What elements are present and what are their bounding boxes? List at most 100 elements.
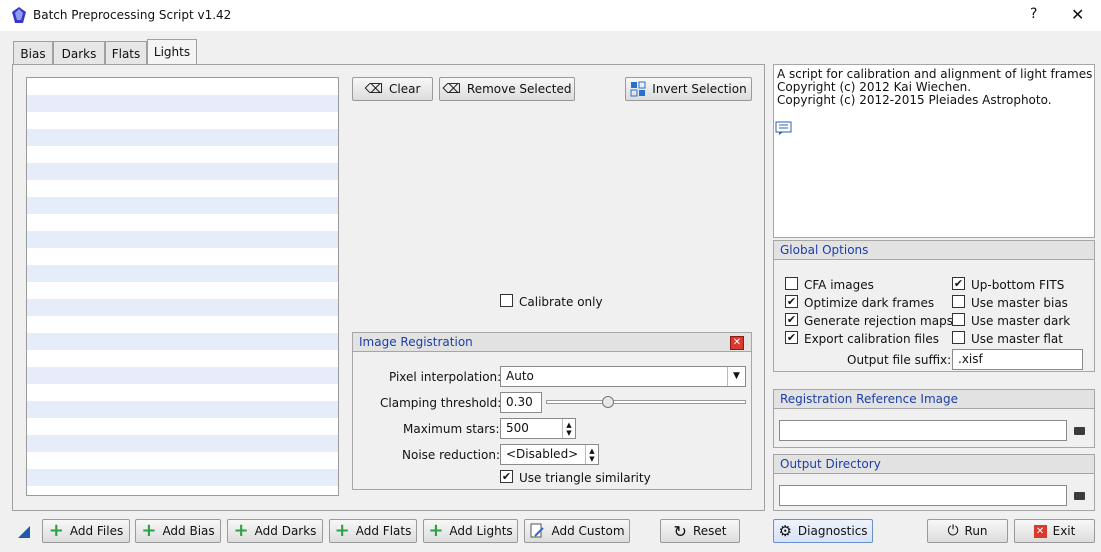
- output-file-suffix-label: Output file suffix:: [847, 353, 952, 367]
- plus-icon: +: [141, 520, 157, 541]
- comment-icon[interactable]: [775, 121, 792, 136]
- power-icon: ⏻: [947, 523, 959, 539]
- use-triangle-similarity-checkbox[interactable]: ✔: [500, 470, 513, 483]
- invert-selection-button[interactable]: Invert Selection: [625, 77, 752, 101]
- invert-selection-icon: [630, 81, 646, 97]
- pixel-interpolation-label: Pixel interpolation:: [389, 370, 502, 384]
- add-lights-label: Add Lights: [449, 524, 513, 538]
- generate-rejection-maps-checkbox[interactable]: ✔: [785, 313, 798, 326]
- output-file-suffix-value: .xisf: [958, 352, 983, 366]
- add-lights-button[interactable]: + Add Lights: [423, 519, 518, 543]
- export-calibration-files-label: Export calibration files: [804, 332, 939, 346]
- resize-corner-icon[interactable]: [18, 526, 30, 538]
- pixel-interpolation-select[interactable]: Auto ▼: [500, 366, 746, 387]
- add-bias-label: Add Bias: [162, 524, 215, 538]
- add-flats-label: Add Flats: [355, 524, 412, 538]
- exit-label: Exit: [1052, 524, 1076, 538]
- output-file-suffix-input[interactable]: .xisf: [952, 349, 1083, 370]
- registration-reference-input[interactable]: [779, 420, 1067, 441]
- noise-reduction-spinbox[interactable]: <Disabled> ▲ ▼: [500, 444, 599, 465]
- output-directory-input[interactable]: [779, 485, 1067, 506]
- remove-selected-label: Remove Selected: [466, 82, 572, 96]
- run-button[interactable]: ⏻ Run: [927, 519, 1008, 543]
- use-master-bias-checkbox[interactable]: [952, 295, 965, 308]
- info-line-1: A script for calibration and alignment o…: [777, 67, 1093, 81]
- clamping-threshold-slider[interactable]: [546, 400, 746, 404]
- info-line-2: Copyright (c) 2012 Kai Wiechen.: [777, 80, 972, 94]
- reset-button[interactable]: ↻ Reset: [660, 519, 740, 543]
- tab-bias[interactable]: Bias: [13, 41, 53, 64]
- edit-document-icon: [530, 523, 545, 538]
- use-master-flat-checkbox[interactable]: [952, 331, 965, 344]
- window-title: Batch Preprocessing Script v1.42: [33, 8, 232, 22]
- add-files-button[interactable]: + Add Files: [42, 519, 130, 543]
- tab-lights[interactable]: Lights: [147, 39, 197, 65]
- plus-icon: +: [48, 520, 64, 541]
- use-master-bias-label: Use master bias: [971, 296, 1068, 310]
- plus-icon: +: [233, 520, 249, 541]
- registration-reference-title: Registration Reference Image: [774, 390, 1094, 409]
- global-options-title: Global Options: [774, 241, 1094, 260]
- up-bottom-fits-label: Up-bottom FITS: [971, 278, 1065, 292]
- exit-button[interactable]: ✕ Exit: [1014, 519, 1095, 543]
- output-directory-title: Output Directory: [774, 455, 1094, 474]
- cfa-images-label: CFA images: [804, 278, 874, 292]
- chevron-down-icon: ▼: [727, 367, 745, 386]
- reset-icon: ↻: [673, 521, 687, 541]
- add-darks-button[interactable]: + Add Darks: [227, 519, 323, 543]
- remove-selected-button[interactable]: ⌫ Remove Selected: [439, 77, 575, 101]
- noise-reduction-label: Noise reduction:: [402, 448, 501, 462]
- plus-icon: +: [428, 520, 444, 541]
- optimize-dark-frames-checkbox[interactable]: ✔: [785, 295, 798, 308]
- clamping-threshold-label: Clamping threshold:: [380, 396, 502, 410]
- clear-button[interactable]: ⌫ Clear: [352, 77, 433, 101]
- file-list[interactable]: [26, 77, 339, 496]
- use-master-flat-label: Use master flat: [971, 332, 1063, 346]
- reset-label: Reset: [692, 524, 727, 538]
- clamping-threshold-input[interactable]: 0.30: [500, 392, 542, 413]
- export-calibration-files-checkbox[interactable]: ✔: [785, 331, 798, 344]
- add-flats-button[interactable]: + Add Flats: [329, 519, 417, 543]
- close-button[interactable]: ✕: [1071, 5, 1084, 24]
- app-logo-icon: [12, 7, 26, 23]
- help-button[interactable]: ?: [1030, 6, 1037, 22]
- up-bottom-fits-checkbox[interactable]: ✔: [952, 277, 965, 290]
- tab-darks[interactable]: Darks: [53, 41, 105, 64]
- generate-rejection-maps-label: Generate rejection maps: [804, 314, 953, 328]
- spin-arrows-icon[interactable]: ▲ ▼: [585, 445, 598, 464]
- remove-icon: ⌫: [442, 81, 461, 97]
- title-bar: Batch Preprocessing Script v1.42 ? ✕: [0, 0, 1101, 31]
- run-label: Run: [964, 524, 988, 538]
- cfa-images-checkbox[interactable]: [785, 277, 798, 290]
- image-registration-title: Image Registration: [353, 333, 751, 352]
- add-custom-button[interactable]: Add Custom: [524, 519, 630, 543]
- maximum-stars-value: 500: [506, 421, 529, 435]
- folder-icon[interactable]: [1074, 492, 1085, 500]
- pixel-interpolation-value: Auto: [506, 369, 534, 383]
- gear-icon: ⚙: [778, 522, 792, 540]
- optimize-dark-frames-label: Optimize dark frames: [804, 296, 935, 310]
- plus-icon: +: [334, 520, 350, 541]
- use-master-dark-checkbox[interactable]: [952, 313, 965, 326]
- add-darks-label: Add Darks: [254, 524, 317, 538]
- collapse-close-icon[interactable]: ✕: [730, 336, 744, 350]
- add-bias-button[interactable]: + Add Bias: [135, 519, 221, 543]
- diagnostics-label: Diagnostics: [797, 524, 868, 538]
- slider-handle[interactable]: [602, 396, 614, 408]
- exit-icon: ✕: [1033, 524, 1047, 538]
- tab-flats[interactable]: Flats: [105, 41, 147, 64]
- use-master-dark-label: Use master dark: [971, 314, 1071, 328]
- spin-arrows-icon[interactable]: ▲ ▼: [562, 419, 575, 438]
- maximum-stars-spinbox[interactable]: 500 ▲ ▼: [500, 418, 576, 439]
- maximum-stars-label: Maximum stars:: [403, 422, 500, 436]
- clear-icon: ⌫: [364, 81, 383, 97]
- clamping-threshold-value: 0.30: [506, 395, 533, 409]
- calibrate-only-checkbox[interactable]: [500, 294, 513, 307]
- diagnostics-button[interactable]: ⚙ Diagnostics: [773, 519, 873, 543]
- folder-icon[interactable]: [1074, 427, 1085, 435]
- info-line-3: Copyright (c) 2012-2015 Pleiades Astroph…: [777, 93, 1052, 107]
- use-triangle-similarity-label: Use triangle similarity: [519, 471, 651, 485]
- calibrate-only-label: Calibrate only: [519, 295, 603, 309]
- clear-label: Clear: [389, 82, 421, 96]
- add-custom-label: Add Custom: [551, 524, 625, 538]
